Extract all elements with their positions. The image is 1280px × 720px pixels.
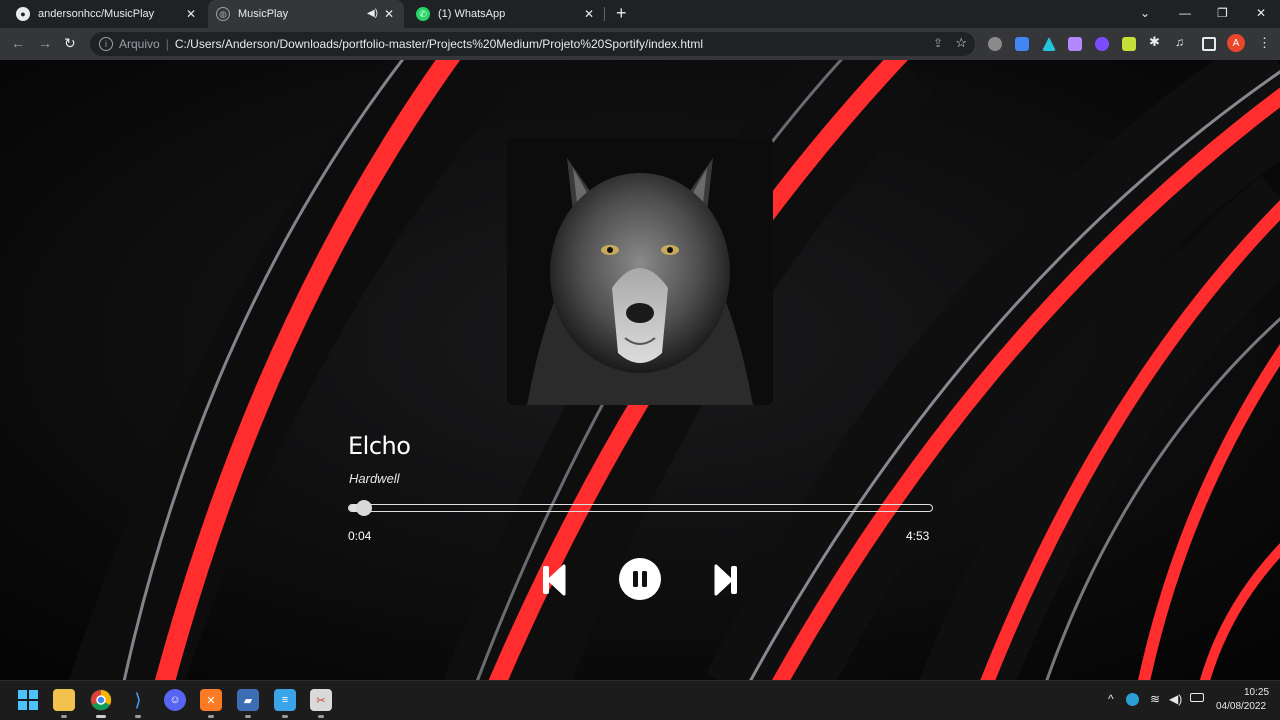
side-panel-icon[interactable] (1202, 37, 1216, 51)
progress-thumb[interactable] (356, 500, 372, 516)
song-title: Elcho (348, 432, 411, 460)
music-player-page: Elcho Hardwell 0:04 4:53 (0, 60, 1280, 680)
window-close-icon[interactable]: ✕ (1256, 6, 1266, 20)
extension-feather-icon[interactable] (1068, 37, 1082, 51)
running-indicator (245, 715, 251, 718)
address-bar[interactable]: i Arquivo | C:/Users/Anderson/Downloads/… (90, 32, 975, 56)
globe-icon: ◍ (216, 7, 230, 21)
current-time: 0:04 (348, 529, 372, 543)
profile-avatar[interactable]: A (1227, 34, 1245, 52)
running-indicator (61, 715, 67, 718)
tab-title: (1) WhatsApp (438, 8, 506, 20)
discord-icon[interactable]: ☺ (164, 689, 186, 711)
media-control-icon[interactable]: ♫ (1175, 35, 1189, 49)
extension-triangle-icon[interactable] (1042, 37, 1056, 51)
extension-green-icon[interactable] (1122, 37, 1136, 51)
browser-menu-icon[interactable]: ⋮ (1258, 35, 1271, 51)
extension-purple-icon[interactable] (1095, 37, 1109, 51)
skip-previous-icon[interactable] (540, 562, 568, 598)
start-icon[interactable] (17, 689, 39, 711)
running-indicator (318, 715, 324, 718)
scheme-label: Arquivo (119, 37, 160, 51)
clock-time[interactable]: 10:25 (1244, 687, 1269, 698)
tray-app-icon[interactable] (1126, 693, 1139, 706)
url-text: C:/Users/Anderson/Downloads/portfolio-ma… (174, 37, 704, 51)
pause-icon[interactable] (619, 558, 661, 600)
browser-tab-strip: ● andersonhcc/MusicPlay ✕ ◍ MusicPlay ◀)… (0, 0, 1280, 28)
clock-date[interactable]: 04/08/2022 (1216, 701, 1266, 712)
tab-search-chevron-icon[interactable]: ⌄ (1140, 6, 1150, 20)
chevron-up-icon[interactable]: ^ (1108, 692, 1114, 706)
bookmark-star-icon[interactable]: ☆ (955, 35, 967, 51)
scheme-separator: | (165, 37, 169, 51)
snipping-tool-icon[interactable]: ✂ (310, 689, 332, 711)
tab-title: andersonhcc/MusicPlay (38, 8, 155, 20)
tab-musicplay[interactable]: ◍ MusicPlay ◀) ✕ (208, 0, 404, 28)
battery-icon[interactable] (1190, 693, 1204, 702)
close-icon[interactable]: ✕ (584, 7, 594, 21)
whatsapp-icon: ✆ (416, 7, 430, 21)
extension-glasses-icon[interactable] (988, 37, 1002, 51)
volume-icon[interactable]: ◀) (1169, 692, 1182, 706)
close-icon[interactable]: ✕ (186, 7, 196, 21)
running-indicator (208, 715, 214, 718)
active-indicator (96, 715, 106, 718)
new-tab-button[interactable]: + (616, 3, 627, 24)
back-icon[interactable]: ← (11, 35, 25, 51)
minimize-icon[interactable]: — (1179, 6, 1191, 20)
progress-bar[interactable] (348, 500, 933, 516)
reload-icon[interactable]: ↻ (64, 35, 76, 52)
google-translate-icon[interactable] (1015, 37, 1029, 51)
notepad-icon[interactable]: ≡ (274, 689, 296, 711)
running-indicator (135, 715, 141, 718)
wifi-icon[interactable]: ≋ (1150, 692, 1160, 706)
progress-track[interactable] (348, 504, 933, 512)
album-cover (507, 138, 773, 405)
maximize-icon[interactable]: ❐ (1217, 6, 1228, 20)
close-icon[interactable]: ✕ (384, 7, 394, 21)
artist-name: Hardwell (349, 471, 400, 486)
github-icon: ● (16, 7, 30, 21)
wolf-portrait-image (507, 138, 773, 405)
sublime-icon[interactable]: ▰ (237, 689, 259, 711)
info-icon[interactable]: i (99, 37, 113, 51)
vscode-icon[interactable]: ⟩ (127, 689, 149, 711)
file-explorer-icon[interactable] (53, 689, 75, 711)
tab-whatsapp[interactable]: ✆ (1) WhatsApp ✕ (408, 0, 604, 28)
forward-icon[interactable]: → (38, 35, 52, 51)
browser-toolbar: ← → ↻ i Arquivo | C:/Users/Anderson/Down… (0, 28, 1280, 60)
share-icon[interactable]: ⇪ (933, 36, 943, 50)
skip-next-icon[interactable] (712, 562, 740, 598)
tab-divider (604, 7, 605, 21)
tab-github[interactable]: ● andersonhcc/MusicPlay ✕ (8, 0, 206, 28)
speaker-icon[interactable]: ◀) (367, 8, 378, 19)
xampp-icon[interactable]: ✕ (200, 689, 222, 711)
running-indicator (282, 715, 288, 718)
windows-taskbar: ⟩ ☺ ✕ ▰ ≡ ✂ ^ ≋ ◀) 10:25 04/08/2022 (0, 680, 1280, 720)
tab-title: MusicPlay (238, 8, 289, 20)
total-time: 4:53 (906, 529, 930, 543)
chrome-icon[interactable] (90, 689, 112, 711)
extensions-puzzle-icon[interactable]: ✱ (1149, 34, 1163, 49)
